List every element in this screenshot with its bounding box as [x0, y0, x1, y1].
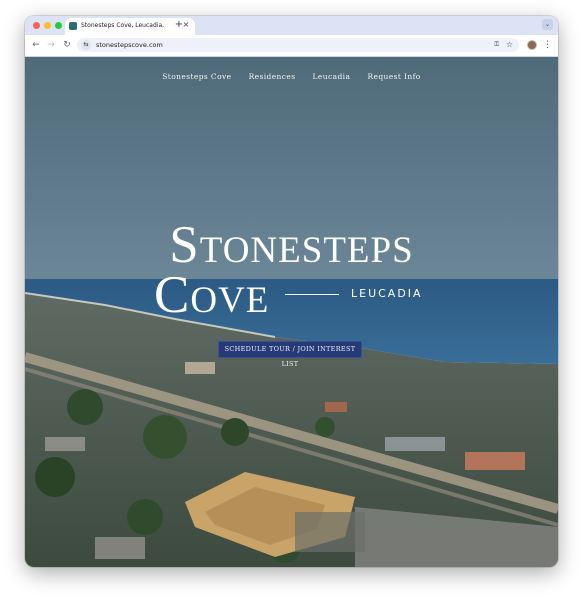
nav-link-leucadia[interactable]: Leucadia — [313, 70, 351, 84]
brand-title-line1: Stonesteps — [169, 216, 414, 274]
nav-link-request-info[interactable]: Request Info — [367, 70, 420, 84]
zoom-window-button[interactable] — [55, 22, 62, 29]
top-navigation: Stonesteps Cove Residences Leucadia Requ… — [25, 64, 558, 81]
brand-location: LEUCADIA — [351, 287, 423, 300]
schedule-tour-button[interactable]: SCHEDULE TOUR / JOIN INTEREST LIST — [218, 341, 362, 368]
tab-search-chevron-icon[interactable]: ⌄ — [542, 19, 553, 30]
brand-divider — [285, 294, 339, 295]
nav-link-residences[interactable]: Residences — [249, 70, 296, 84]
back-arrow-icon[interactable]: ← — [30, 39, 42, 51]
plus-icon[interactable]: + — [173, 19, 185, 31]
close-window-button[interactable] — [33, 22, 40, 29]
favicon — [69, 22, 77, 30]
url-text[interactable]: stonestepscove.com — [96, 39, 163, 51]
password-key-icon[interactable]: ⚿ — [494, 40, 499, 50]
minimize-window-button[interactable] — [44, 22, 51, 29]
browser-toolbar: ← → ↻ ⇆ stonestepscove.com ⚿ ☆ ⋮ — [25, 35, 558, 57]
reload-icon[interactable]: ↻ — [61, 39, 73, 51]
tab-title: Stonesteps Cove, Leucadia, — [81, 22, 165, 29]
browser-window: Stonesteps Cove, Leucadia, × + ⌄ ← → ↻ ⇆… — [25, 16, 558, 567]
hero-aerial-photo — [25, 57, 558, 567]
site-info-icon[interactable]: ⇆ — [81, 40, 91, 50]
bookmark-star-icon[interactable]: ☆ — [506, 39, 513, 51]
address-bar[interactable]: ⇆ stonestepscove.com ⚿ ☆ — [77, 38, 519, 52]
web-page: Stonesteps Cove Residences Leucadia Requ… — [25, 57, 558, 567]
brand-title-line2: Cove — [154, 266, 270, 324]
nav-link-stonesteps-cove[interactable]: Stonesteps Cove — [162, 70, 231, 84]
tab-strip: Stonesteps Cove, Leucadia, × + ⌄ — [25, 16, 558, 35]
profile-avatar[interactable] — [527, 40, 537, 50]
more-menu-icon[interactable]: ⋮ — [543, 39, 552, 51]
forward-arrow-icon[interactable]: → — [45, 39, 57, 51]
